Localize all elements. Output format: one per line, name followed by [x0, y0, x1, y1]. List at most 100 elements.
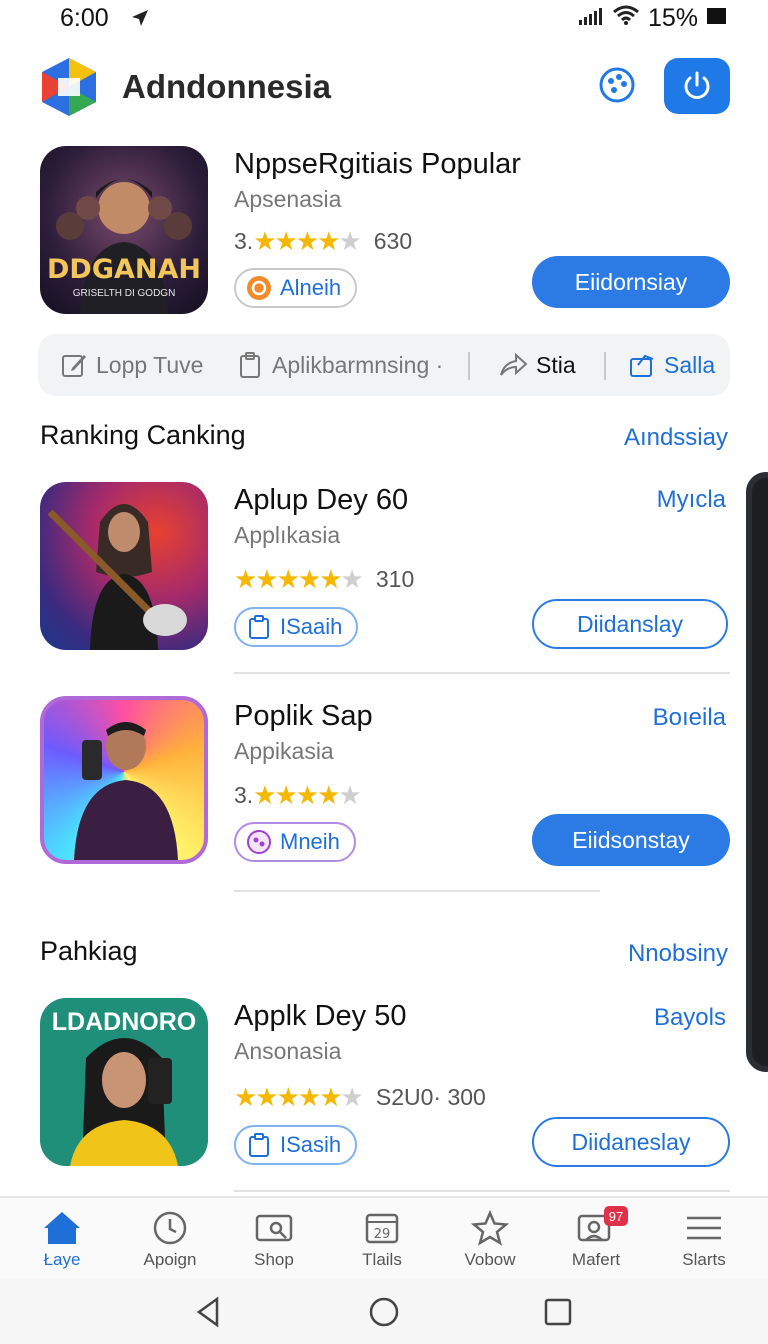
recents-square-icon — [544, 1298, 572, 1326]
action-label: Salla — [664, 351, 716, 378]
nav-label: Łaye — [43, 1250, 81, 1269]
nav-label: Slarts — [682, 1250, 726, 1269]
action-strip: Lopp Tuve Aplikbarmnsing · Stia Salla — [38, 334, 730, 396]
app-thumbnail[interactable] — [40, 482, 208, 650]
nav-label: Apoign — [143, 1250, 197, 1269]
rating-count: S2U0· 300 — [375, 1084, 486, 1110]
palette-button[interactable] — [594, 62, 640, 108]
action-lopp-tuve[interactable]: Lopp Tuve — [60, 334, 203, 396]
location-arrow-icon — [130, 8, 150, 33]
nav-item-slarts[interactable]: Slarts — [650, 1198, 758, 1280]
app-action-button[interactable]: Eiidsonstay — [532, 814, 730, 866]
clock-icon — [153, 1211, 187, 1245]
ranking-section-title: Ranking Canking — [40, 420, 246, 450]
action-separator — [468, 352, 470, 380]
battery-percent: 15% — [647, 4, 698, 32]
featured-app-name[interactable]: NppseRgitiais Popular — [234, 148, 521, 181]
back-button[interactable] — [188, 1292, 228, 1332]
nav-item-home[interactable]: Łaye — [8, 1198, 116, 1280]
palette-icon — [599, 67, 635, 103]
rating-stars: ★★★★★ — [253, 226, 362, 256]
status-time: 6:00 — [60, 4, 109, 32]
home-system-button[interactable] — [364, 1292, 404, 1332]
featured-app-thumbnail[interactable]: DDGANAH GRISELTH DI GODGN — [40, 146, 208, 314]
app-thumbnail[interactable] — [40, 696, 208, 864]
ranking-see-all-link[interactable]: Aındssiay — [624, 424, 728, 452]
clipboard-icon — [246, 1132, 272, 1158]
app-side-link[interactable]: Boıeila — [653, 704, 726, 732]
clipboard-icon — [240, 352, 260, 378]
app-logo-icon — [38, 56, 100, 118]
nav-item-tlails[interactable]: 29 Tlails — [328, 1198, 436, 1280]
thumb-title: LDADNORO — [51, 1008, 197, 1036]
status-bar: 6:00 15% — [0, 0, 768, 36]
app-chip[interactable]: Mneih — [234, 822, 356, 862]
wifi-icon — [612, 4, 640, 33]
recents-button[interactable] — [538, 1292, 578, 1332]
featured-app-subtitle: Apsenasia — [234, 186, 342, 212]
row-divider — [234, 1190, 730, 1192]
pankiag-section-title: Pahkiag — [40, 936, 138, 966]
app-subtitle: Ansonasia — [234, 1038, 342, 1064]
action-label: Aplikbarmnsing · — [272, 351, 444, 378]
nav-label: Mafert — [571, 1250, 621, 1269]
pankiag-see-all-link[interactable]: Nnobsiny — [628, 940, 728, 968]
share-icon — [500, 352, 528, 376]
rating-stars: ★★★★★★ — [234, 564, 364, 594]
star-icon — [471, 1210, 509, 1246]
home-icon — [44, 1212, 80, 1244]
featured-action-button[interactable]: Eiidornsiay — [532, 256, 730, 308]
action-stia[interactable]: Stia — [498, 334, 576, 396]
app-chip[interactable]: ISaaih — [234, 607, 359, 647]
home-circle-icon — [369, 1297, 399, 1327]
rating-stars: ★★★★★★ — [234, 1082, 364, 1112]
bottom-navigation: Łaye Apoign Shop 29 Tlails Vobow 97 Mafe… — [0, 1196, 768, 1278]
action-separator — [604, 352, 606, 380]
app-name[interactable]: Aplup Dey 60 — [234, 484, 408, 517]
edit-icon — [62, 355, 86, 377]
app-action-button[interactable]: Diidanslay — [532, 599, 728, 649]
nav-item-shop[interactable]: Shop — [220, 1198, 328, 1280]
featured-chip[interactable]: Alneih — [234, 268, 358, 308]
action-salla[interactable]: Salla — [628, 334, 715, 396]
row-divider — [234, 672, 730, 674]
app-side-link[interactable]: Myıcla — [657, 486, 726, 514]
nav-item-vobow[interactable]: Vobow — [436, 1198, 544, 1280]
app-thumbnail[interactable]: LDADNORO — [40, 998, 208, 1166]
featured-chip-label: Alneih — [280, 275, 342, 300]
app-rating: ★★★★★★ S2U0· 300 — [234, 1082, 486, 1113]
featured-rating: 3. ★★★★★ 630 — [234, 226, 412, 257]
app-chip-label: Mneih — [280, 829, 340, 854]
app-side-link[interactable]: Bayols — [654, 1004, 726, 1032]
clipboard-icon — [246, 614, 272, 640]
rating-count: 630 — [373, 228, 413, 254]
app-subtitle: Applıkasia — [234, 522, 341, 548]
app-title: Adndonnesia — [122, 68, 332, 105]
app-name[interactable]: Poplik Sap — [234, 700, 373, 733]
rating-count: 310 — [375, 566, 415, 592]
action-label: Lopp Tuve — [96, 351, 204, 378]
system-navigation-bar — [0, 1278, 768, 1344]
app-chip-label: ISasih — [280, 1132, 342, 1157]
app-name[interactable]: Applk Dey 50 — [234, 1000, 407, 1033]
nav-item-mafert[interactable]: 97 Mafert — [542, 1198, 650, 1280]
featured-thumb-title: DDGANAH — [47, 254, 201, 285]
app-chip[interactable]: ISasih — [234, 1125, 358, 1165]
calendar-icon: 29 — [365, 1213, 399, 1244]
notification-badge: 97 — [604, 1206, 628, 1226]
power-button[interactable] — [664, 58, 730, 114]
nav-label: Vobow — [464, 1250, 516, 1269]
featured-thumb-subtitle: GRISELTH DI GODGN — [72, 288, 176, 299]
nav-label: Tlails — [362, 1250, 402, 1269]
menu-icon — [687, 1216, 721, 1240]
bookmark-icon — [630, 354, 654, 377]
orange-badge-icon — [246, 275, 272, 301]
nav-label: Shop — [254, 1250, 294, 1269]
nav-item-apoign[interactable]: Apoign — [116, 1198, 224, 1280]
app-rating: ★★★★★★ 310 — [234, 564, 414, 595]
action-aplikbarmnsing[interactable]: Aplikbarmnsing · — [236, 334, 443, 396]
back-triangle-icon — [196, 1296, 219, 1328]
app-action-button[interactable]: Diidaneslay — [532, 1117, 730, 1167]
battery-icon — [706, 4, 728, 33]
rating-prefix: 3. — [234, 228, 254, 254]
